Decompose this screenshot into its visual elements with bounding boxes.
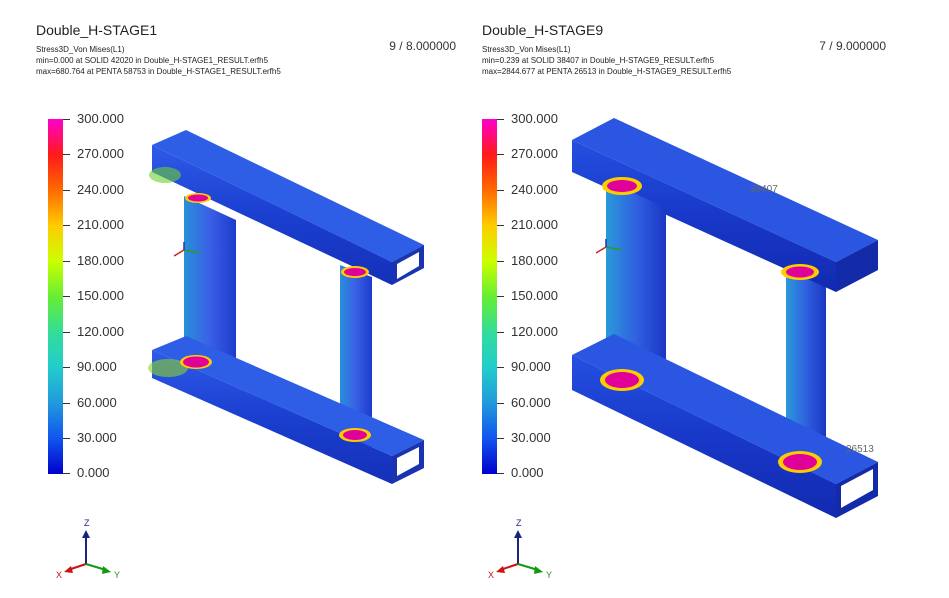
axis-triad: Z X Y — [56, 518, 120, 580]
stress-hotspot — [344, 268, 366, 276]
stress-hotspot — [607, 180, 637, 192]
stress-contour-model[interactable]: 38407 26513 — [474, 0, 948, 598]
stress-hotspot — [783, 454, 817, 470]
stress-hotspot — [183, 356, 209, 368]
result-panel-stage1: Double_H-STAGE1 Stress3D_Von Mises(L1) m… — [0, 0, 474, 598]
stress-contour-model[interactable] — [0, 0, 474, 598]
result-panel-stage9: Double_H-STAGE9 Stress3D_Von Mises(L1) m… — [474, 0, 948, 598]
local-axis-marker — [595, 246, 607, 254]
axis-x-label: X — [56, 570, 62, 580]
node-id-label: 26513 — [846, 444, 874, 455]
stress-hotspot — [786, 266, 814, 278]
stress-hotspot — [343, 430, 367, 440]
stress-hotspot — [188, 194, 208, 202]
axis-z-label: Z — [84, 518, 90, 528]
axis-y-label: Y — [114, 570, 120, 580]
stress-hotspot — [605, 372, 639, 388]
stress-zone — [149, 167, 181, 183]
axis-z-label: Z — [516, 518, 522, 528]
axis-triad: Z X Y — [488, 518, 552, 580]
axis-x-label: X — [488, 570, 494, 580]
axis-y-label: Y — [546, 570, 552, 580]
local-axis-marker — [173, 249, 185, 257]
node-id-label: 38407 — [750, 184, 778, 195]
